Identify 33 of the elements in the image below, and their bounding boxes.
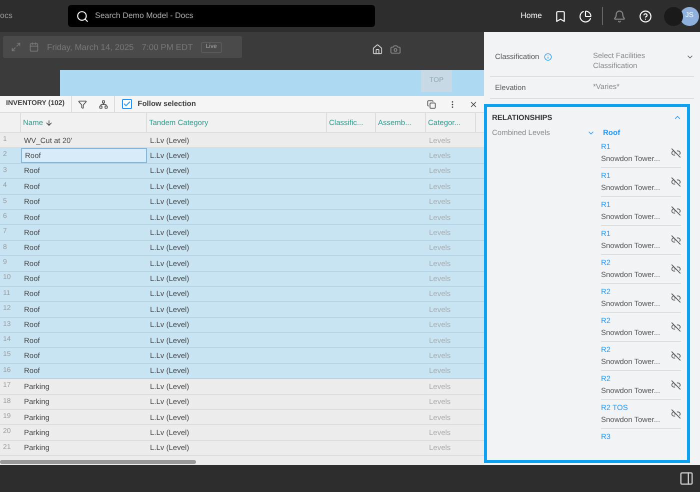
unlink-icon[interactable] xyxy=(671,176,681,186)
dropdown-chevron-icon[interactable] xyxy=(686,53,694,61)
info-icon[interactable] xyxy=(544,52,552,61)
sort-arrow-icon xyxy=(45,118,54,126)
unlink-icon[interactable] xyxy=(671,380,681,390)
calendar-icon xyxy=(29,42,39,52)
avatar[interactable] xyxy=(664,6,683,26)
home-link[interactable]: Home xyxy=(520,10,542,22)
close-icon[interactable] xyxy=(469,100,478,108)
search-bar[interactable]: Search Demo Model - Docs xyxy=(68,5,375,27)
bookmark-icon[interactable] xyxy=(554,10,567,22)
unlink-icon[interactable] xyxy=(671,350,681,360)
windows-icon[interactable] xyxy=(427,100,436,108)
camera-icon[interactable] xyxy=(390,44,401,55)
search-field[interactable]: Search Demo Model - Docs xyxy=(95,10,367,22)
unlink-icon[interactable] xyxy=(671,206,681,216)
app-title: ocs xyxy=(0,10,14,22)
side-panel-icon[interactable] xyxy=(679,471,694,486)
notifications-icon[interactable] xyxy=(613,10,626,22)
search-icon xyxy=(76,10,89,22)
hierarchy-icon[interactable] xyxy=(98,100,108,108)
home-view-icon[interactable] xyxy=(372,44,383,55)
unlink-icon[interactable] xyxy=(671,322,681,332)
help-icon[interactable] xyxy=(639,10,652,22)
horizontal-scrollbar[interactable] xyxy=(0,460,196,464)
unlink-icon[interactable] xyxy=(671,264,681,274)
follow-selection-checkbox[interactable] xyxy=(122,99,132,109)
filter-icon[interactable] xyxy=(78,100,87,108)
pie-chart-icon[interactable] xyxy=(579,10,592,22)
unlink-icon[interactable] xyxy=(671,292,681,302)
unlink-icon[interactable] xyxy=(671,148,681,158)
unlink-icon[interactable] xyxy=(671,408,681,418)
unlink-icon[interactable] xyxy=(671,234,681,244)
